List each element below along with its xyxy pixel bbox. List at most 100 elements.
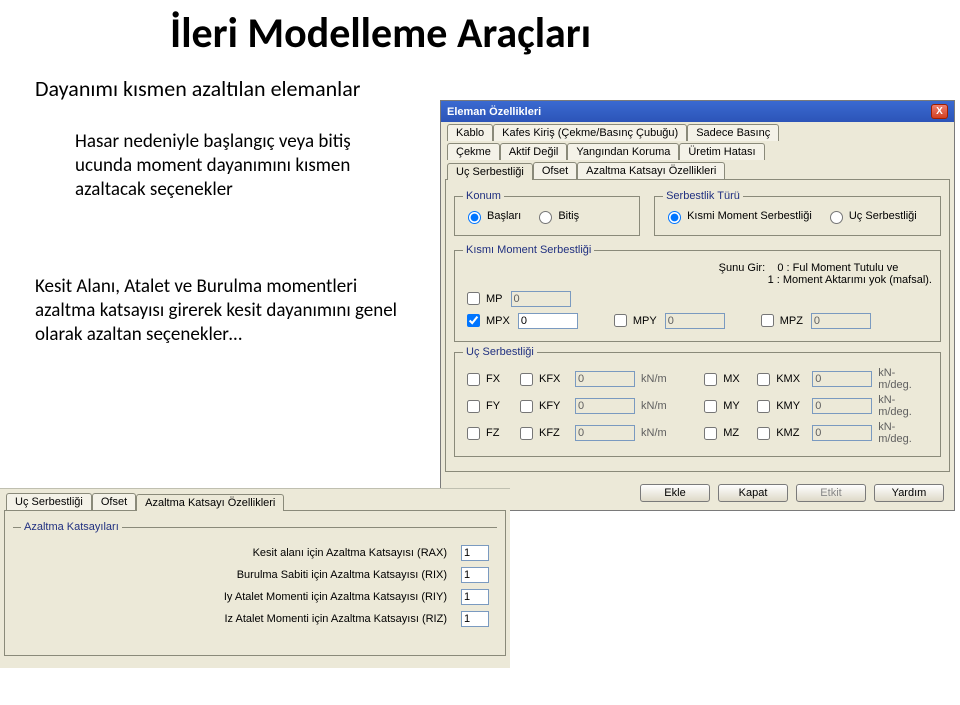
tab-cekme[interactable]: Çekme — [447, 143, 500, 160]
kmx-value — [812, 371, 872, 387]
tab-uretim-hatasi[interactable]: Üretim Hatası — [679, 143, 764, 160]
tab-row-3: Uç Serbestliği Ofset Azaltma Katsayı Öze… — [441, 162, 954, 179]
radio-uc[interactable]: Uç Serbestliği — [825, 208, 917, 224]
radio-bitis[interactable]: Bitiş — [534, 208, 579, 224]
chk-mp-input[interactable] — [467, 292, 480, 305]
lbl-mx: MX — [723, 373, 745, 385]
chk-kfy-input[interactable] — [520, 400, 533, 413]
tab-aktif-degil[interactable]: Aktif Değil — [500, 143, 568, 160]
tab-azaltma-katsayi[interactable]: Azaltma Katsayı Özellikleri — [577, 162, 725, 179]
tab-kafes-kiris[interactable]: Kafes Kiriş (Çekme/Basınç Çubuğu) — [493, 124, 687, 141]
chk-mpy-input[interactable] — [614, 314, 627, 327]
factor-row: Iy Atalet Momenti için Azaltma Katsayısı… — [21, 589, 489, 605]
chk-my-input[interactable] — [704, 400, 717, 413]
reduction-factor-panel: Uç Serbestliği Ofset Azaltma Katsayı Öze… — [0, 488, 510, 668]
chk-kfy[interactable]: KFY — [516, 397, 567, 416]
chk-mp[interactable]: MP — [463, 289, 503, 308]
chk-my[interactable]: MY — [700, 397, 745, 416]
chk-mz-input[interactable] — [704, 427, 717, 440]
dialog-titlebar: Eleman Özellikleri X — [441, 101, 954, 122]
chk-kmx-input[interactable] — [757, 373, 770, 386]
tab-kablo[interactable]: Kablo — [447, 124, 493, 141]
radio-bitis-label: Bitiş — [558, 210, 579, 222]
page-subtitle: Dayanımı kısmen azaltılan elemanlar — [35, 75, 360, 102]
chk-mpy[interactable]: MPY — [610, 311, 657, 330]
lbl-my: MY — [723, 400, 745, 412]
kapat-button[interactable]: Kapat — [718, 484, 788, 502]
chk-mpz[interactable]: MPZ — [757, 311, 803, 330]
lbl-kmy: KMY — [776, 400, 804, 412]
factor-row: Iz Atalet Momenti için Azaltma Katsayısı… — [21, 611, 489, 627]
chk-fx-input[interactable] — [467, 373, 480, 386]
factor-label-2: Iy Atalet Momenti için Azaltma Katsayısı… — [21, 591, 453, 603]
chk-kmx[interactable]: KMX — [753, 370, 804, 389]
chk-kmy[interactable]: KMY — [753, 397, 804, 416]
factor-input-2[interactable] — [461, 589, 489, 605]
factor-label-0: Kesit alanı için Azaltma Katsayısı (RAX) — [21, 547, 453, 559]
chk-kmz[interactable]: KMZ — [753, 424, 804, 443]
lbl-kfx: KFX — [539, 373, 567, 385]
etkit-button[interactable]: Etkit — [796, 484, 866, 502]
description-para-2: Kesit Alanı, Atalet ve Burulma momentler… — [35, 275, 405, 346]
tab-yangindan-koruma[interactable]: Yangından Koruma — [567, 143, 679, 160]
mpx-value[interactable] — [518, 313, 578, 329]
chk-kfz[interactable]: KFZ — [516, 424, 567, 443]
chk-fz-input[interactable] — [467, 427, 480, 440]
chk-mpx-input[interactable] — [467, 314, 480, 327]
radio-kismi[interactable]: Kısmi Moment Serbestliği — [663, 208, 812, 224]
chk-mpx-label: MPX — [486, 315, 510, 327]
chk-mpx[interactable]: MPX — [463, 311, 510, 330]
tab-d2-azaltma[interactable]: Azaltma Katsayı Özellikleri — [136, 494, 284, 511]
chk-fz[interactable]: FZ — [463, 424, 508, 443]
close-button[interactable]: X — [931, 104, 948, 119]
tab-d2-uc[interactable]: Uç Serbestliği — [6, 493, 92, 510]
uc-row: FXKFXkN/mMXKMXkN-m/deg. — [463, 367, 932, 391]
hint-0: 0 : Ful Moment Tutulu ve — [777, 262, 898, 274]
chk-fy[interactable]: FY — [463, 397, 508, 416]
kfx-value — [575, 371, 635, 387]
radio-kismi-input[interactable] — [668, 211, 681, 224]
chk-mx-input[interactable] — [704, 373, 717, 386]
chk-mz[interactable]: MZ — [700, 424, 745, 443]
radio-uc-input[interactable] — [830, 211, 843, 224]
yardim-button[interactable]: Yardım — [874, 484, 944, 502]
radio-baslari-input[interactable] — [468, 211, 481, 224]
lbl-kmz: KMZ — [776, 427, 804, 439]
chk-kfx-input[interactable] — [520, 373, 533, 386]
lbl-fy: FY — [486, 400, 508, 412]
chk-mx[interactable]: MX — [700, 370, 745, 389]
factor-input-0[interactable] — [461, 545, 489, 561]
tab-uc-serbestligi[interactable]: Uç Serbestliği — [447, 163, 533, 180]
factor-label-1: Burulma Sabiti için Azaltma Katsayısı (R… — [21, 569, 453, 581]
factor-input-3[interactable] — [461, 611, 489, 627]
chk-fx[interactable]: FX — [463, 370, 508, 389]
chk-kmy-input[interactable] — [757, 400, 770, 413]
chk-mpz-label: MPZ — [780, 315, 803, 327]
unit-fy: kN/m — [641, 400, 667, 412]
chk-fy-input[interactable] — [467, 400, 480, 413]
unit-fz: kN/m — [641, 427, 667, 439]
radio-kismi-label: Kısmi Moment Serbestliği — [687, 210, 812, 222]
radio-bitis-input[interactable] — [539, 211, 552, 224]
mpy-value — [665, 313, 725, 329]
mpz-value — [811, 313, 871, 329]
ekle-button[interactable]: Ekle — [640, 484, 710, 502]
chk-mpz-input[interactable] — [761, 314, 774, 327]
tab-d2-ofset[interactable]: Ofset — [92, 493, 136, 510]
factor-row: Kesit alanı için Azaltma Katsayısı (RAX) — [21, 545, 489, 561]
chk-kmz-input[interactable] — [757, 427, 770, 440]
tab-sadece-basinc[interactable]: Sadece Basınç — [687, 124, 779, 141]
lbl-fx: FX — [486, 373, 508, 385]
kfy-value — [575, 398, 635, 414]
tab-ofset[interactable]: Ofset — [533, 162, 577, 179]
dialog-panel: Konum Başları Bitiş Serbestlik Türü Kısm… — [445, 179, 950, 472]
factor-input-1[interactable] — [461, 567, 489, 583]
konum-legend: Konum — [463, 190, 504, 202]
kmy-value — [812, 398, 872, 414]
radio-baslari[interactable]: Başları — [463, 208, 521, 224]
chk-mpy-label: MPY — [633, 315, 657, 327]
chk-kfx[interactable]: KFX — [516, 370, 567, 389]
uc-row: FZKFZkN/mMZKMZkN-m/deg. — [463, 421, 932, 445]
chk-kfz-input[interactable] — [520, 427, 533, 440]
unit-mx: kN-m/deg. — [878, 367, 922, 391]
